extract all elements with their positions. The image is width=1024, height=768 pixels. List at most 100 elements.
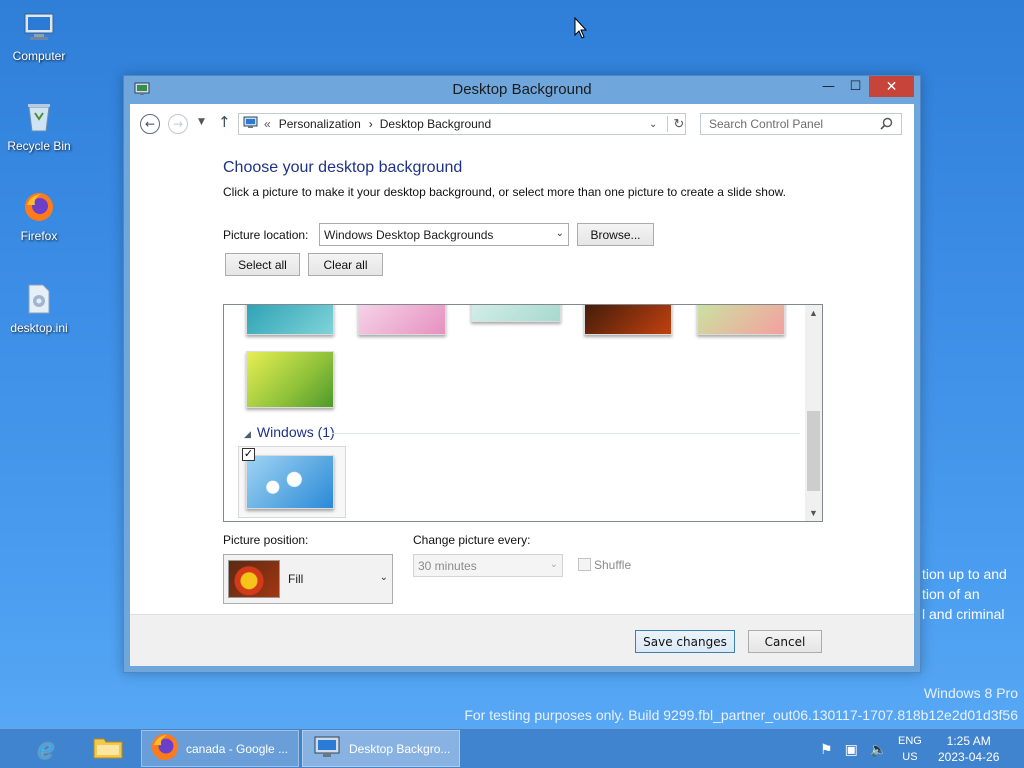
change-picture-value: 30 minutes [418, 558, 477, 573]
scroll-up-icon[interactable]: ▲ [805, 308, 822, 318]
breadcrumb-desktop-background[interactable]: Desktop Background [380, 117, 491, 131]
desktop-icon-firefox[interactable]: Firefox [1, 188, 77, 243]
internet-explorer-icon: e [37, 732, 55, 765]
forward-button[interactable]: → [168, 114, 188, 134]
desktop-icon-label: Recycle Bin [7, 139, 71, 153]
taskbar-internet-explorer[interactable]: e [24, 730, 68, 767]
window-client: ← → ▼ ↑ « Personalization › Desktop Back… [130, 104, 914, 666]
wallpaper-thumbnail[interactable] [471, 305, 561, 322]
collapse-triangle-icon[interactable]: ◢ [244, 429, 251, 439]
refresh-icon[interactable]: ↻ [667, 116, 684, 132]
back-button[interactable]: ← [140, 114, 160, 134]
shuffle-label: Shuffle [594, 558, 632, 572]
control-panel-address-icon [243, 116, 258, 132]
window-title: Desktop Background [452, 81, 592, 98]
language-indicator[interactable]: ENG US [898, 729, 922, 768]
address-history-chevron-icon[interactable]: ⌄ [649, 119, 657, 130]
desktop-icon-label: Firefox [20, 229, 58, 243]
page-description: Click a picture to make it your desktop … [223, 185, 786, 199]
change-picture-label: Change picture every: [413, 533, 531, 547]
maximize-button[interactable]: ☐ [842, 76, 869, 97]
picture-location-value: Windows Desktop Backgrounds [324, 227, 494, 242]
taskbar-item-label: Desktop Backgro... [349, 741, 451, 756]
clock-time: 1:25 AM [946, 734, 991, 748]
picture-location-select[interactable]: Windows Desktop Backgrounds ⌄ [319, 223, 569, 246]
group-header-windows[interactable]: ◢ Windows (1) [244, 424, 335, 440]
region-code: US [902, 751, 918, 763]
address-bar[interactable]: « Personalization › Desktop Background ⌄… [238, 113, 686, 135]
wallpaper-gallery[interactable]: ◢ Windows (1) ✓ ▲ ▼ [223, 304, 823, 522]
language-code: ENG [898, 735, 922, 747]
chevron-down-icon: ⌄ [549, 559, 558, 570]
dialog-footer: Save changes Cancel [130, 614, 914, 666]
close-button[interactable]: ✕ [869, 76, 914, 97]
recycle-bin-icon [19, 98, 59, 136]
wallpaper-thumbnail[interactable] [358, 305, 446, 335]
wallpaper-thumbnail-selected[interactable] [246, 455, 334, 509]
wallpaper-thumbnail[interactable] [697, 305, 785, 335]
select-all-button[interactable]: Select all [225, 253, 300, 276]
volume-muted-icon[interactable]: 🔈 [870, 741, 887, 758]
taskbar-file-explorer[interactable] [84, 730, 132, 767]
picture-location-label: Picture location: [223, 228, 309, 242]
control-panel-icon [313, 735, 341, 762]
search-box[interactable]: Search Control Panel [700, 113, 902, 135]
fill-preview-icon [228, 560, 280, 598]
background-text-line: tion of an [922, 586, 980, 602]
system-tray: ⚑ ▣ 🔈 [820, 729, 887, 768]
background-text-line: l and criminal [922, 606, 1005, 622]
desktop-background-window: Desktop Background — ☐ ✕ ← → ▼ ↑ « Perso… [123, 75, 921, 673]
watermark-edition: Windows 8 Pro [923, 685, 1018, 701]
taskbar-firefox[interactable]: canada - Google ... [141, 730, 299, 767]
picture-position-label: Picture position: [223, 533, 309, 547]
picture-position-select[interactable]: Fill ⌄ [223, 554, 393, 604]
chevron-down-icon: ⌄ [379, 572, 388, 583]
shuffle-checkbox[interactable] [578, 558, 591, 571]
save-changes-button[interactable]: Save changes [635, 630, 735, 653]
computer-icon [19, 8, 59, 46]
browse-button[interactable]: Browse... [577, 223, 654, 246]
taskbar: e canada - Google ... Desktop Backgro...… [0, 728, 1024, 768]
desktop-icon-label: Computer [12, 49, 66, 63]
gallery-scrollbar[interactable]: ▲ ▼ [805, 305, 822, 521]
page-title: Choose your desktop background [223, 159, 463, 176]
wallpaper-thumbnail[interactable] [246, 305, 334, 335]
navigation-bar: ← → ▼ ↑ « Personalization › Desktop Back… [130, 104, 914, 142]
settings-file-icon [19, 280, 59, 318]
cancel-button[interactable]: Cancel [748, 630, 822, 653]
scroll-down-icon[interactable]: ▼ [805, 508, 822, 518]
breadcrumb-personalization[interactable]: Personalization [279, 117, 361, 131]
firefox-icon [150, 732, 180, 765]
content-area: Choose your desktop background Click a p… [130, 142, 914, 614]
scrollbar-thumb[interactable] [807, 411, 820, 491]
breadcrumb-separator[interactable]: › [369, 117, 373, 131]
desktop-icon-recycle-bin[interactable]: Recycle Bin [1, 98, 77, 153]
chevron-down-icon: ⌄ [555, 228, 564, 239]
clear-all-button[interactable]: Clear all [308, 253, 383, 276]
wallpaper-thumbnail[interactable] [246, 351, 334, 408]
clock[interactable]: 1:25 AM 2023-04-26 [938, 729, 999, 768]
title-bar[interactable]: Desktop Background — ☐ ✕ [124, 76, 920, 104]
desktop-icon-desktop-ini[interactable]: desktop.ini [1, 280, 77, 335]
breadcrumb-overflow[interactable]: « [264, 117, 271, 131]
network-icon[interactable]: ▣ [845, 741, 858, 758]
taskbar-item-label: canada - Google ... [186, 741, 289, 756]
search-input[interactable]: Search Control Panel [709, 117, 823, 131]
search-icon[interactable] [880, 117, 893, 133]
wallpaper-thumbnail[interactable] [584, 305, 672, 335]
recent-locations-chevron-icon[interactable]: ▼ [198, 117, 205, 127]
up-button[interactable]: ↑ [218, 113, 231, 131]
minimize-button[interactable]: — [815, 76, 842, 97]
background-text-line: tion up to and [922, 566, 1007, 582]
clock-date: 2023-04-26 [938, 750, 1000, 764]
address-actions: ⌄ ↻ [645, 114, 685, 134]
picture-position-value: Fill [288, 572, 304, 586]
desktop-icon-computer[interactable]: Computer [1, 8, 77, 63]
folder-icon [92, 734, 124, 763]
desktop-icon-label: desktop.ini [10, 321, 68, 335]
wallpaper-checkbox[interactable]: ✓ [242, 448, 255, 461]
taskbar-desktop-background[interactable]: Desktop Backgro... [302, 730, 460, 767]
action-center-flag-icon[interactable]: ⚑ [820, 741, 833, 758]
group-label: Windows (1) [256, 424, 335, 440]
change-picture-select[interactable]: 30 minutes ⌄ [413, 554, 563, 577]
